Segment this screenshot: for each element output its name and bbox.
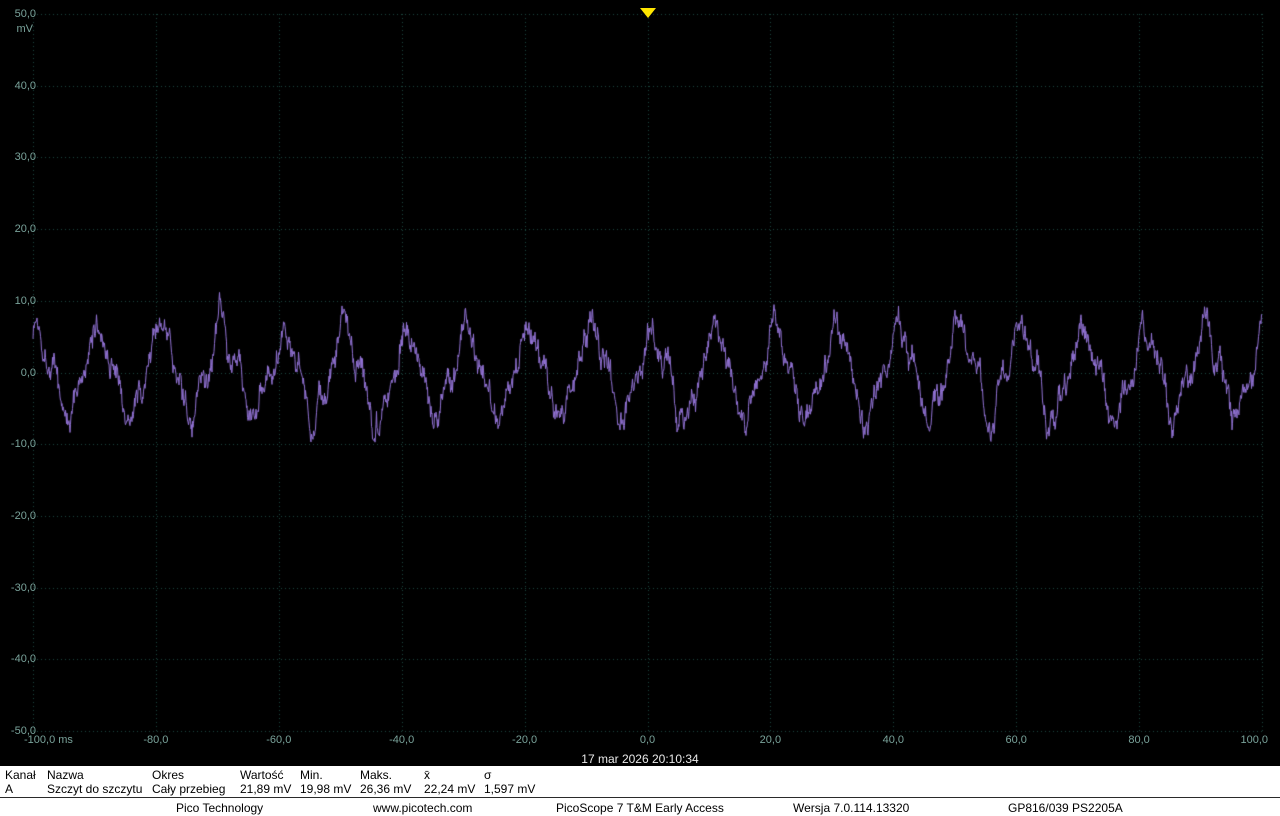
- x-axis-tick-label: 40,0: [882, 734, 904, 746]
- measurement-min: 19,98 mV: [300, 782, 352, 796]
- x-axis-tick-label: 20,0: [759, 734, 782, 746]
- y-axis-tick-label: -30,0: [10, 581, 36, 594]
- x-axis-tick-label: 60,0: [1005, 734, 1027, 746]
- x-axis-tick-label: -80,0: [143, 734, 169, 746]
- measurement-span: Cały przebieg: [152, 782, 226, 796]
- footer-bar: Pico Technology www.picotech.com PicoSco…: [0, 797, 1280, 816]
- measurement-header-mean: x̄: [424, 768, 430, 782]
- x-axis-tick-label: 100,0: [1240, 734, 1268, 746]
- footer-company: Pico Technology: [176, 801, 264, 815]
- y-axis-tick-label: 40,0: [14, 79, 36, 92]
- timestamp: 17 mar 2026 20:10:34: [581, 752, 699, 766]
- measurement-max: 26,36 mV: [360, 782, 412, 796]
- y-axis-tick-label: 0,0: [20, 366, 36, 379]
- footer-website: www.picotech.com: [373, 801, 473, 815]
- measurement-header-row: Kanał Nazwa Okres Wartość Min. Maks. x̄ …: [0, 768, 1280, 782]
- measurement-header-max: Maks.: [360, 768, 393, 782]
- measurement-sigma: 1,597 mV: [484, 782, 536, 796]
- measurement-value: 21,89 mV: [240, 782, 292, 796]
- y-axis-tick-label: -40,0: [10, 653, 36, 666]
- trigger-marker-icon[interactable]: [640, 8, 656, 18]
- measurement-header-value: Wartość: [240, 768, 284, 782]
- measurement-name: Szczyt do szczytu: [47, 782, 143, 796]
- x-axis-tick-label: 80,0: [1128, 734, 1150, 746]
- measurement-channel: A: [5, 782, 14, 796]
- y-axis-tick-label: -10,0: [10, 438, 36, 451]
- measurement-row[interactable]: A Szczyt do szczytu Cały przebieg 21,89 …: [0, 782, 1280, 796]
- y-axis-unit-label: mV: [16, 23, 34, 35]
- x-axis-tick-label: 0,0: [639, 734, 656, 746]
- measurement-header-min: Min.: [300, 768, 323, 782]
- measurement-header-channel: Kanał: [5, 768, 36, 782]
- measurement-header-sigma: σ: [484, 768, 492, 782]
- x-axis-tick-label: -40,0: [389, 734, 415, 746]
- x-axis-tick-label: -60,0: [266, 734, 292, 746]
- footer-device-id: GP816/039 PS2205A: [1008, 801, 1123, 815]
- y-axis-tick-label: 50,0: [14, 8, 36, 20]
- measurement-mean: 22,24 mV: [424, 782, 476, 796]
- measurement-header-name: Nazwa: [47, 768, 84, 782]
- x-axis-tick-label: -20,0: [512, 734, 538, 746]
- y-axis-tick-label: 20,0: [14, 223, 36, 236]
- footer-version: Wersja 7.0.114.13320: [793, 801, 910, 815]
- x-axis-tick-label: -100,0 ms: [24, 734, 73, 746]
- y-axis-tick-label: 30,0: [14, 151, 36, 164]
- measurements-panel: Kanał Nazwa Okres Wartość Min. Maks. x̄ …: [0, 766, 1280, 816]
- footer-app-title: PicoScope 7 T&M Early Access: [556, 801, 724, 815]
- y-axis-tick-label: -20,0: [10, 509, 36, 522]
- scope-display-canvas[interactable]: [0, 0, 1280, 750]
- y-axis-tick-label: 10,0: [14, 294, 36, 307]
- measurement-header-span: Okres: [152, 768, 185, 782]
- picoscope-window: 50,0 40,0 30,0 20,0 10,0 0,0 -10,0 -20,0 -30,0 -4…: [0, 0, 1280, 816]
